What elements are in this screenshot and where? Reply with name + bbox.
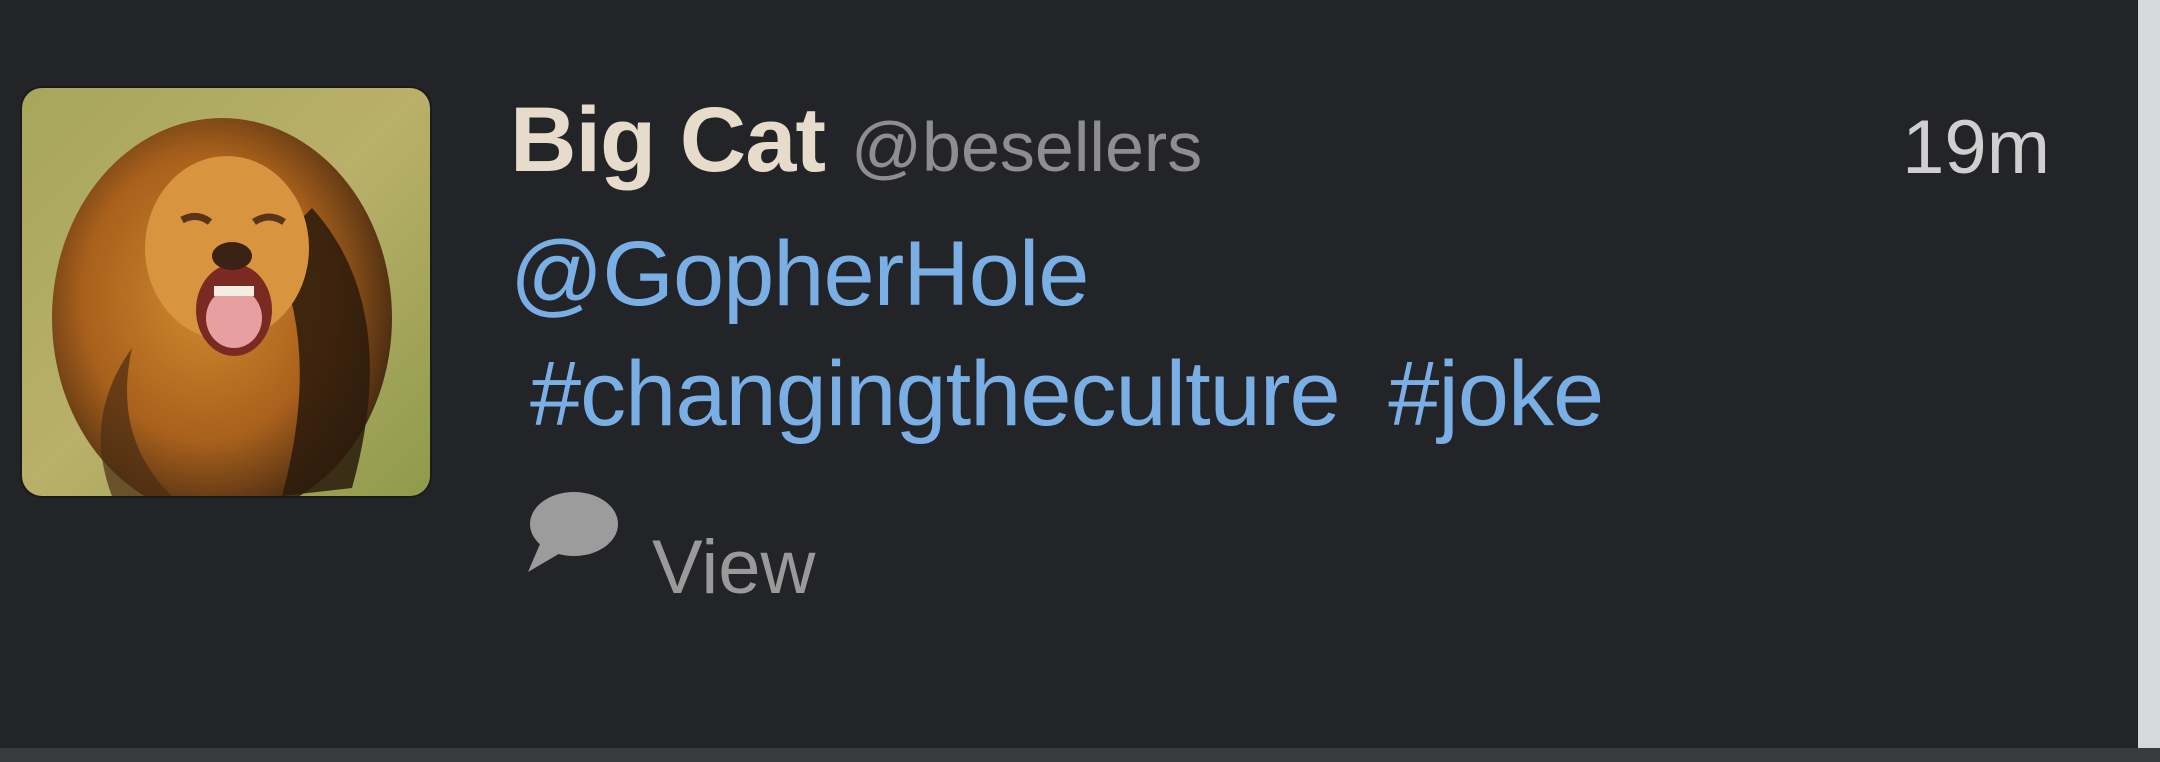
tweet-item[interactable]: Big Cat @besellers 19m @GopherHole #chan… [0, 0, 2138, 748]
view-button[interactable]: View [652, 524, 815, 611]
tweet-hashtags: #changingtheculture #joke [530, 342, 1604, 447]
divider [0, 748, 2160, 762]
scrollbar-track[interactable] [2138, 0, 2160, 762]
tweet-timestamp[interactable]: 19m [1902, 104, 2050, 191]
tweet-header: Big Cat @besellers [510, 88, 1202, 198]
hashtag-link[interactable]: #joke [1388, 343, 1604, 445]
avatar[interactable] [22, 88, 430, 496]
tweet-actions: View [520, 488, 815, 611]
display-name[interactable]: Big Cat [510, 88, 826, 193]
mention-link[interactable]: @GopherHole [510, 222, 1089, 327]
lion-avatar-icon [22, 88, 430, 496]
hashtag-link[interactable]: #changingtheculture [530, 343, 1341, 445]
screen-name[interactable]: @besellers [851, 107, 1202, 187]
speech-bubble-icon[interactable] [520, 488, 620, 578]
